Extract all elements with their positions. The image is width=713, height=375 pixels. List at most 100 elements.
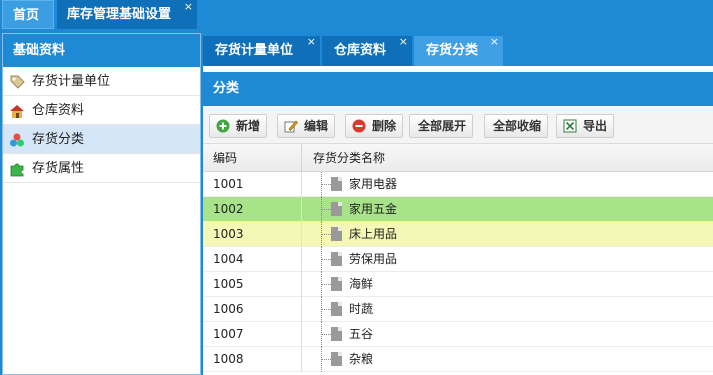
grid-header: 编码 存货分类名称 — [203, 144, 713, 172]
sidebar-item-category[interactable]: 存货分类 — [3, 125, 200, 154]
table-row[interactable]: 1008 杂粮 — [203, 347, 713, 372]
column-divider — [301, 272, 302, 297]
category-grid: 编码 存货分类名称 1001 家用电器 1002 家用五金 1003 床上用品 1004 劳保… — [203, 144, 713, 375]
tab-home-label: 首页 — [13, 8, 40, 23]
puzzle-icon — [10, 163, 24, 177]
main-area: 存货计量单位 × 仓库资料 × 存货分类 × 分类 新增 编辑 删除 全部展开 … — [203, 33, 713, 375]
column-divider — [301, 144, 302, 172]
cell-code: 1002 — [213, 202, 244, 216]
table-row[interactable]: 1002 家用五金 — [203, 197, 713, 222]
table-row[interactable]: 1006 时蔬 — [203, 297, 713, 322]
column-divider — [301, 247, 302, 272]
excel-icon — [563, 119, 577, 133]
sub-tab-bar: 存货计量单位 × 仓库资料 × 存货分类 × — [203, 33, 713, 66]
column-divider — [301, 322, 302, 347]
top-tab-bar: 首页 库存管理基础设置 × — [0, 0, 713, 29]
cell-code: 1003 — [213, 227, 244, 241]
expand-all-button[interactable]: 全部展开 — [409, 114, 474, 138]
cell-code: 1007 — [213, 327, 244, 341]
edit-label: 编辑 — [304, 119, 329, 133]
document-icon — [331, 202, 342, 216]
tab-unit[interactable]: 存货计量单位 × — [203, 35, 320, 66]
column-divider — [301, 172, 302, 197]
tree-branch — [321, 359, 331, 360]
column-divider — [301, 197, 302, 222]
close-icon[interactable]: × — [490, 27, 499, 57]
delete-label: 删除 — [372, 119, 397, 133]
tab-warehouse[interactable]: 仓库资料 × — [322, 35, 412, 66]
minus-icon — [352, 119, 366, 133]
close-icon[interactable]: × — [307, 27, 316, 57]
tab-category[interactable]: 存货分类 × — [414, 35, 503, 66]
sidebar: 基础资料 存货计量单位 仓库资料 存货分类 存货属性 — [2, 33, 201, 375]
tab-unit-label: 存货计量单位 — [215, 43, 294, 58]
tree-branch — [321, 259, 331, 260]
tab-warehouse-label: 仓库资料 — [334, 43, 387, 58]
toolbar: 新增 编辑 删除 全部展开 全部收缩 导出 — [203, 106, 713, 144]
tree-branch — [321, 334, 331, 335]
column-header-name[interactable]: 存货分类名称 — [313, 144, 385, 172]
tab-home[interactable]: 首页 — [2, 0, 54, 29]
cell-name: 床上用品 — [349, 227, 398, 241]
cell-name: 家用电器 — [349, 177, 398, 191]
sidebar-title: 基础资料 — [3, 34, 200, 67]
tree-branch — [321, 184, 331, 185]
grid-body: 1001 家用电器 1002 家用五金 1003 床上用品 1004 劳保用品 1005 海鲜 10… — [203, 172, 713, 372]
table-row[interactable]: 1007 五谷 — [203, 322, 713, 347]
document-icon — [331, 177, 342, 191]
panel-title: 分类 — [203, 72, 713, 106]
cell-name: 杂粮 — [349, 352, 374, 366]
tab-category-label: 存货分类 — [426, 43, 479, 58]
table-row[interactable]: 1005 海鲜 — [203, 272, 713, 297]
document-icon — [331, 227, 342, 241]
close-icon[interactable]: × — [399, 27, 408, 57]
collapse-all-button[interactable]: 全部收缩 — [484, 114, 549, 138]
table-row[interactable]: 1001 家用电器 — [203, 172, 713, 197]
table-row[interactable]: 1003 床上用品 — [203, 222, 713, 247]
tree-branch — [321, 309, 331, 310]
column-divider — [301, 347, 302, 372]
add-label: 新增 — [236, 119, 261, 133]
collapse-all-label: 全部收缩 — [493, 119, 542, 133]
export-label: 导出 — [583, 119, 608, 133]
document-icon — [331, 302, 342, 316]
tab-inventory-settings[interactable]: 库存管理基础设置 × — [57, 0, 197, 29]
house-icon — [10, 105, 24, 118]
cell-name: 五谷 — [349, 327, 374, 341]
sidebar-item-label: 仓库资料 — [32, 103, 85, 118]
sidebar-item-label: 存货属性 — [32, 161, 85, 176]
table-row[interactable]: 1004 劳保用品 — [203, 247, 713, 272]
plus-icon — [216, 119, 230, 133]
close-icon[interactable]: × — [184, 0, 193, 21]
sidebar-item-warehouse[interactable]: 仓库资料 — [3, 96, 200, 125]
export-button[interactable]: 导出 — [556, 114, 615, 138]
cell-code: 1005 — [213, 277, 244, 291]
tree-branch — [321, 284, 331, 285]
column-divider — [301, 222, 302, 247]
document-icon — [331, 252, 342, 266]
edit-button[interactable]: 编辑 — [277, 114, 336, 138]
column-divider — [301, 297, 302, 322]
tree-branch — [321, 209, 331, 210]
cell-name: 时蔬 — [349, 302, 374, 316]
sidebar-item-attribute[interactable]: 存货属性 — [3, 154, 200, 183]
document-icon — [331, 352, 342, 366]
tag-icon — [10, 75, 25, 89]
cell-name: 家用五金 — [349, 202, 398, 216]
document-icon — [331, 277, 342, 291]
cell-code: 1006 — [213, 302, 244, 316]
cell-name: 海鲜 — [349, 277, 374, 291]
document-icon — [331, 327, 342, 341]
cell-name: 劳保用品 — [349, 252, 398, 266]
sidebar-item-unit[interactable]: 存货计量单位 — [3, 67, 200, 96]
colored-dots-icon — [10, 133, 24, 147]
sidebar-item-label: 存货分类 — [32, 132, 85, 147]
sidebar-item-label: 存货计量单位 — [32, 74, 111, 89]
tab-inventory-settings-label: 库存管理基础设置 — [67, 7, 172, 22]
add-button[interactable]: 新增 — [209, 114, 268, 138]
delete-button[interactable]: 删除 — [345, 114, 404, 138]
cell-code: 1001 — [213, 177, 244, 191]
edit-icon — [284, 120, 298, 133]
column-header-code[interactable]: 编码 — [213, 144, 237, 172]
expand-all-label: 全部展开 — [418, 119, 467, 133]
